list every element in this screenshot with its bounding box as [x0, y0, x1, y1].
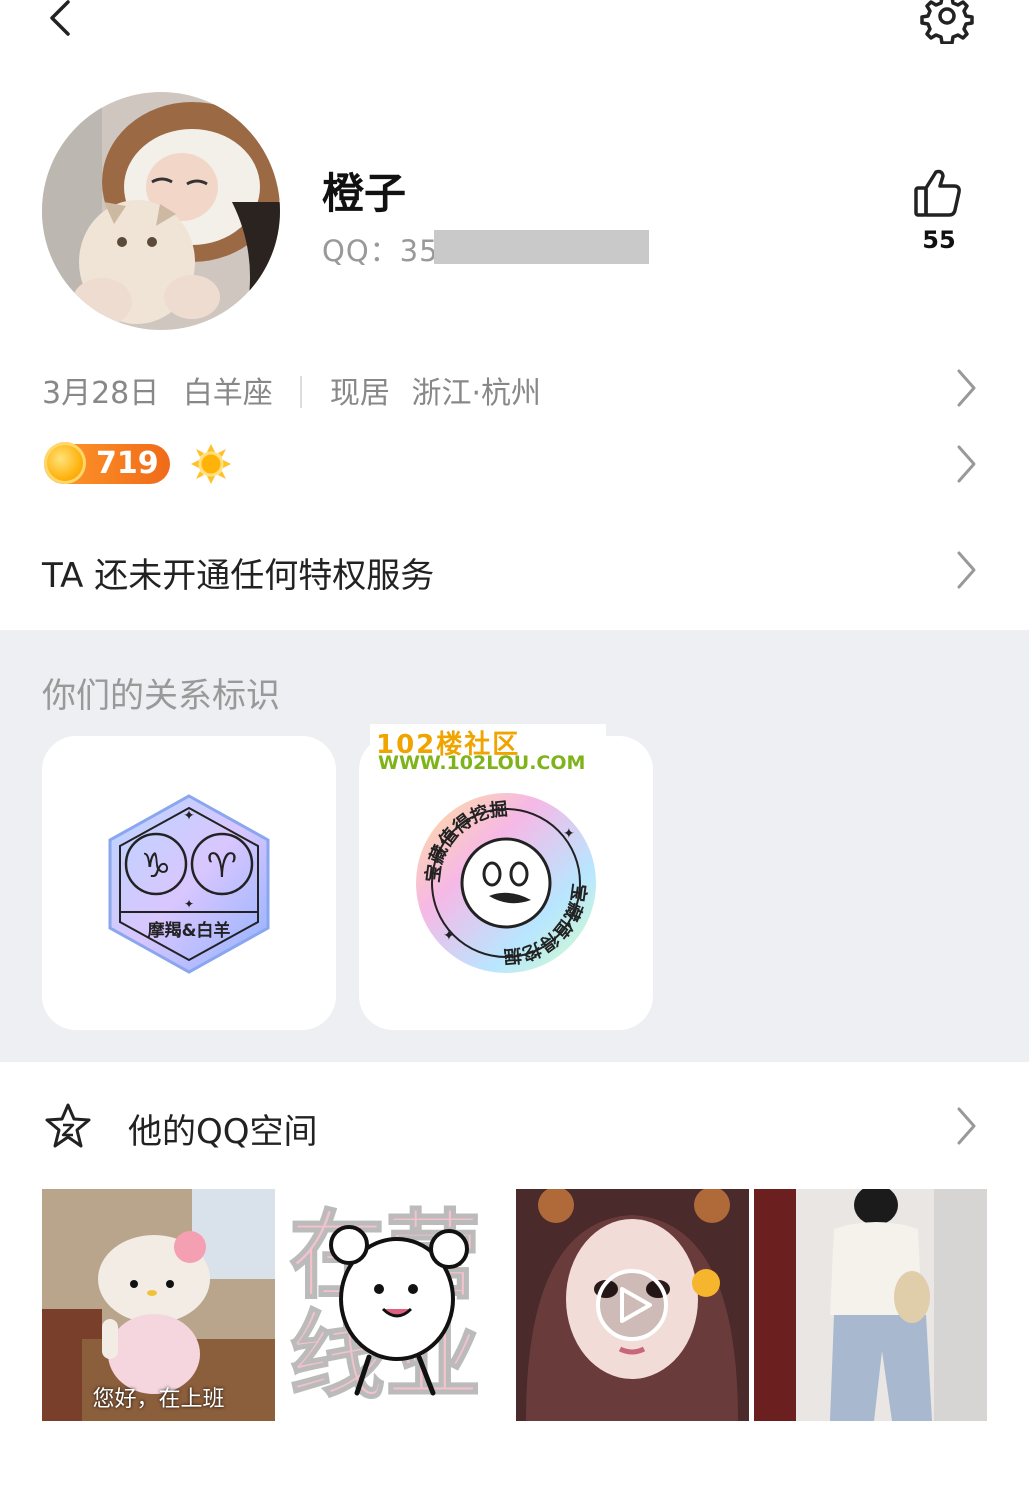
divider [300, 376, 303, 408]
avatar[interactable] [42, 92, 280, 330]
birthday: 3月28日 [42, 376, 160, 411]
relationship-card-treasure[interactable]: 宝藏值得挖掘 宝藏值得挖掘 ✦ ✦ [359, 736, 653, 1030]
svg-text:✦: ✦ [443, 928, 455, 944]
sun-level-icon[interactable] [190, 443, 232, 485]
chevron-right-icon[interactable] [954, 550, 978, 590]
qzone-video-3[interactable] [516, 1189, 749, 1421]
photo-caption: 您好，在上班 [92, 1387, 225, 1412]
chevron-right-icon[interactable] [954, 1106, 978, 1146]
location-label: 现居 [329, 376, 390, 411]
svg-text:✦: ✦ [184, 897, 194, 911]
watermark-url: WWW.102LOU.COM [378, 752, 586, 774]
qq-number-redaction [434, 230, 649, 264]
like-count: 55 [922, 226, 956, 254]
privilege-status[interactable]: TA 还未开通任何特权服务 [42, 548, 434, 597]
relationship-card-zodiac[interactable]: ♑ ♈ ✦ ✦ 摩羯&白羊 [42, 736, 336, 1030]
back-arrow-icon[interactable] [40, 0, 84, 44]
nickname: 橙子 [322, 169, 407, 218]
svg-text:♈: ♈ [207, 846, 237, 886]
qzone-photo-4[interactable] [754, 1189, 987, 1421]
profile-info-row[interactable]: 3月28日 白羊座 现居 浙江·杭州 [42, 368, 541, 412]
zodiac-badge-icon: ♑ ♈ ✦ ✦ 摩羯&白羊 [108, 794, 270, 974]
svg-text:✦: ✦ [183, 808, 195, 824]
zodiac-badge-label: 摩羯&白羊 [148, 920, 231, 941]
chevron-right-icon[interactable] [954, 368, 978, 408]
settings-gear-icon[interactable] [920, 0, 974, 45]
qzone-title[interactable]: 他的QQ空间 [128, 1104, 318, 1153]
level-coin-icon [44, 442, 86, 484]
thumbs-up-icon[interactable] [912, 168, 966, 218]
treasure-badge-icon: 宝藏值得挖掘 宝藏值得挖掘 ✦ ✦ [416, 793, 596, 973]
qzone-photo-2[interactable]: 在营 线业 [279, 1189, 512, 1421]
qzone-photo-1[interactable]: 您好，在上班 [42, 1189, 275, 1421]
relationship-title: 你们的关系标识 [42, 676, 280, 716]
svg-text:♑: ♑ [141, 846, 171, 886]
qq-number: QQ：35 [322, 234, 439, 268]
level-number: 719 [96, 446, 159, 481]
chevron-right-icon[interactable] [954, 444, 978, 484]
top-bar [0, 0, 1029, 60]
location: 浙江·杭州 [411, 376, 541, 411]
svg-text:✦: ✦ [563, 826, 575, 842]
zodiac: 白羊座 [182, 376, 273, 411]
qzone-star-icon [44, 1102, 92, 1150]
